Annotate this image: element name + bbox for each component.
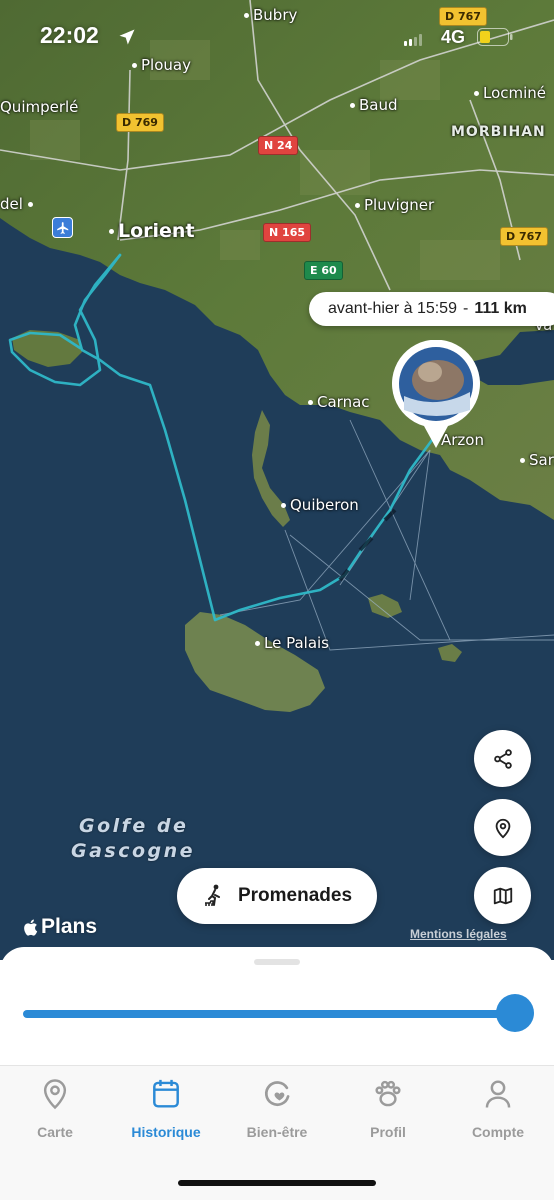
tab-label: Bien-être [246, 1124, 308, 1140]
location-pin-icon [495, 818, 510, 838]
place-label: Sarz [520, 451, 554, 469]
location-pin-icon [43, 1079, 67, 1110]
place-label: Locminé [474, 84, 546, 102]
promenades-label: Promenades [237, 885, 353, 906]
tab-profil[interactable]: Profil [338, 1078, 438, 1140]
paw-icon [375, 1080, 401, 1107]
legal-link[interactable]: Mentions légales [410, 927, 507, 941]
apple-plans-logo: Plans [22, 915, 97, 939]
timeline-slider-track[interactable] [23, 1010, 515, 1018]
network-type: 4G [441, 27, 466, 47]
tab-carte[interactable]: Carte [5, 1078, 105, 1140]
road-shield: N 24 [258, 136, 299, 155]
promenades-button[interactable]: Promenades [177, 868, 377, 924]
location-arrow-icon [117, 27, 137, 52]
share-button[interactable] [474, 730, 531, 787]
road-shield: E 60 [304, 261, 343, 280]
place-label: Baud [350, 96, 398, 114]
tab-label: Historique [131, 1124, 201, 1140]
person-icon [485, 1080, 511, 1108]
recenter-location-button[interactable] [474, 799, 531, 856]
home-indicator [178, 1180, 376, 1186]
place-label: del [0, 195, 37, 213]
trip-info-pill[interactable]: avant-hier à 15:59 - 111 km [309, 292, 554, 326]
tab-bien-etre[interactable]: Bien-être [227, 1078, 327, 1140]
battery-icon [477, 28, 513, 51]
tab-label: Profil [370, 1124, 406, 1140]
walking-dog-icon [204, 884, 220, 906]
signal-icon [404, 33, 422, 51]
status-time: 22:02 [40, 22, 99, 48]
city-label-lorient: Lorient [109, 220, 195, 242]
map-icon [493, 887, 512, 904]
place-label: Plouay [132, 56, 191, 74]
road-shield: D 767 [500, 227, 548, 246]
pet-avatar-pin[interactable] [390, 339, 482, 455]
place-label: Quimperlé [0, 98, 79, 116]
road-shield: N 165 [263, 223, 311, 242]
place-label: Le Palais [255, 634, 329, 652]
tab-label: Compte [471, 1124, 525, 1140]
road-shield: D 767 [439, 7, 487, 26]
tab-compte[interactable]: Compte [448, 1078, 548, 1140]
place-label: Bubry [244, 6, 297, 24]
map-style-button[interactable] [474, 867, 531, 924]
timeline-slider-thumb[interactable] [496, 994, 534, 1032]
trip-distance: 111 km [474, 300, 527, 317]
sea-label: Gascogne [71, 840, 196, 862]
airport-icon [52, 217, 73, 238]
calendar-icon [153, 1079, 179, 1108]
map-view[interactable]: Bubry Plouay Quimperlé Baud Locminé MORB… [0, 0, 554, 960]
tab-label: Carte [37, 1124, 73, 1140]
share-icon [493, 748, 512, 769]
sheet-handle[interactable] [254, 959, 300, 965]
region-label: MORBIHAN [451, 124, 546, 140]
bottom-sheet [0, 947, 554, 1065]
trip-date: avant-hier à 15:59 [328, 300, 457, 317]
heart-cycle-icon [265, 1081, 290, 1106]
place-label: Carnac [308, 393, 370, 411]
apple-icon [24, 919, 38, 936]
place-label: Quiberon [281, 496, 359, 514]
trip-separator: - [462, 300, 469, 317]
sea-label: Golfe de [79, 815, 189, 837]
tab-historique[interactable]: Historique [116, 1078, 216, 1140]
place-label: Pluvigner [355, 196, 434, 214]
road-shield: D 769 [116, 113, 164, 132]
plans-label: Plans [41, 915, 98, 938]
